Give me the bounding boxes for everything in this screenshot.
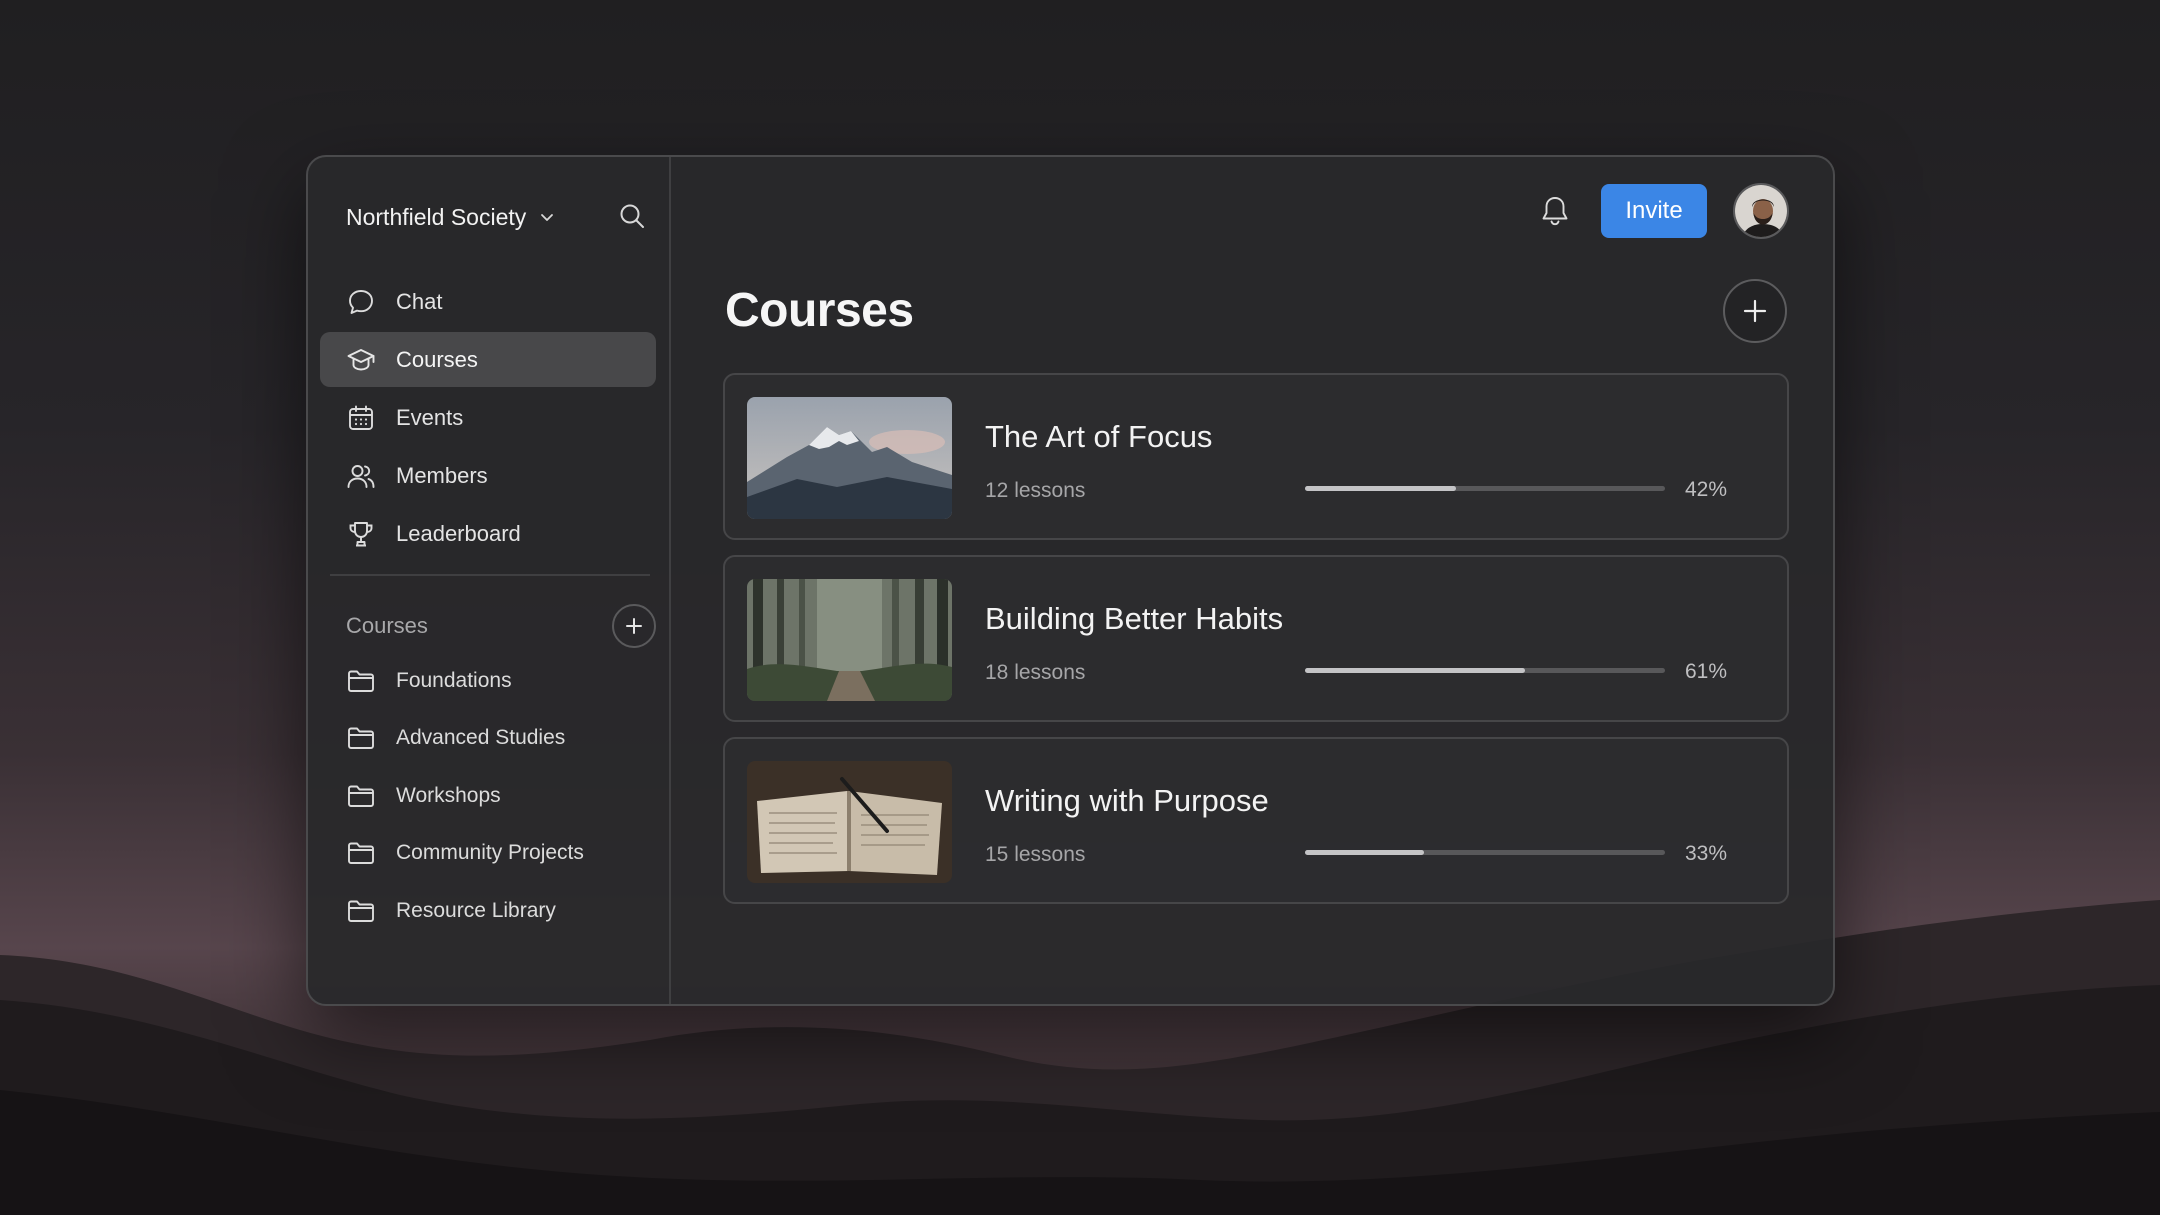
folder-icon bbox=[346, 723, 376, 753]
progress-percent: 42% bbox=[1685, 478, 1728, 501]
members-icon bbox=[346, 461, 376, 491]
sidebar-item-label: Members bbox=[396, 462, 488, 488]
sidebar-item-label: Chat bbox=[396, 288, 443, 314]
folder-label: Community Projects bbox=[396, 841, 584, 865]
course-folder-list: Foundations Advanced Studies Workshops C… bbox=[320, 652, 656, 940]
folder-item-resource-library[interactable]: Resource Library bbox=[320, 882, 656, 940]
bell-icon bbox=[1538, 194, 1572, 228]
folder-label: Foundations bbox=[396, 668, 512, 692]
section-title: Courses bbox=[346, 613, 428, 638]
course-thumbnail bbox=[747, 579, 952, 701]
add-course-button[interactable] bbox=[1723, 279, 1787, 343]
workspace-switcher[interactable]: Northfield Society bbox=[346, 197, 556, 237]
sidebar: Northfield Society Chat Courses Events M… bbox=[308, 157, 671, 1004]
course-lesson-count: 15 lessons bbox=[985, 843, 1086, 866]
folder-item-community-projects[interactable]: Community Projects bbox=[320, 825, 656, 883]
course-title: Building Better Habits bbox=[985, 601, 1284, 636]
sidebar-item-events[interactable]: Events bbox=[320, 390, 656, 445]
progress-percent: 33% bbox=[1685, 842, 1728, 865]
course-lesson-count: 12 lessons bbox=[985, 479, 1086, 502]
sidebar-item-label: Events bbox=[396, 404, 464, 430]
course-lesson-count: 18 lessons bbox=[985, 661, 1086, 684]
workspace-name: Northfield Society bbox=[346, 203, 527, 230]
folder-label: Workshops bbox=[396, 783, 501, 807]
graduation-cap-icon bbox=[346, 345, 376, 375]
folder-icon bbox=[346, 666, 376, 696]
sidebar-item-members[interactable]: Members bbox=[320, 448, 656, 503]
folder-icon bbox=[346, 838, 376, 868]
page-title: Courses bbox=[725, 284, 914, 337]
folder-label: Resource Library bbox=[396, 898, 556, 922]
top-bar: Invite bbox=[1535, 183, 1789, 239]
notifications-button[interactable] bbox=[1535, 191, 1575, 231]
trophy-icon bbox=[346, 519, 376, 549]
course-card[interactable]: Writing with Purpose 15 lessons 33% bbox=[723, 737, 1789, 904]
folder-item-advanced-studies[interactable]: Advanced Studies bbox=[320, 710, 656, 768]
course-thumbnail bbox=[747, 397, 952, 519]
avatar[interactable] bbox=[1733, 183, 1789, 239]
app-window: Northfield Society Chat Courses Events M… bbox=[306, 155, 1835, 1006]
course-list: The Art of Focus 12 lessons 42% Building… bbox=[723, 373, 1789, 919]
sidebar-item-leaderboard[interactable]: Leaderboard bbox=[320, 506, 656, 561]
course-title: The Art of Focus bbox=[985, 419, 1213, 454]
search-button[interactable] bbox=[610, 194, 654, 238]
progress-fill bbox=[1305, 486, 1457, 491]
plus-icon bbox=[1741, 297, 1769, 325]
sidebar-item-chat[interactable]: Chat bbox=[320, 274, 656, 329]
course-folders-header: Courses bbox=[346, 602, 656, 650]
progress-bar bbox=[1305, 850, 1665, 855]
chevron-down-icon bbox=[538, 208, 556, 226]
folder-item-workshops[interactable]: Workshops bbox=[320, 767, 656, 825]
sidebar-divider bbox=[330, 574, 650, 576]
invite-button[interactable]: Invite bbox=[1601, 184, 1707, 238]
sidebar-item-courses[interactable]: Courses bbox=[320, 332, 656, 387]
course-thumbnail bbox=[747, 761, 952, 883]
folder-item-foundations[interactable]: Foundations bbox=[320, 652, 656, 710]
course-card[interactable]: The Art of Focus 12 lessons 42% bbox=[723, 373, 1789, 540]
chat-bubble-icon bbox=[346, 287, 376, 317]
search-icon bbox=[618, 202, 646, 230]
progress-percent: 61% bbox=[1685, 660, 1728, 683]
course-card[interactable]: Building Better Habits 18 lessons 61% bbox=[723, 555, 1789, 722]
progress-bar bbox=[1305, 668, 1665, 673]
progress-fill bbox=[1305, 668, 1525, 673]
sidebar-item-label: Courses bbox=[396, 346, 478, 372]
folder-label: Advanced Studies bbox=[396, 726, 566, 750]
sidebar-item-label: Leaderboard bbox=[396, 520, 521, 546]
course-title: Writing with Purpose bbox=[985, 783, 1269, 818]
add-folder-button[interactable] bbox=[612, 604, 656, 648]
calendar-icon bbox=[346, 403, 376, 433]
plus-icon bbox=[624, 616, 644, 636]
progress-bar bbox=[1305, 486, 1665, 491]
progress-fill bbox=[1305, 850, 1424, 855]
main-content: Invite Courses The Art of Focus 12 lesso… bbox=[671, 157, 1833, 1004]
main-navigation: Chat Courses Events Members Leaderboard bbox=[320, 274, 656, 564]
folder-icon bbox=[346, 896, 376, 926]
folder-icon bbox=[346, 781, 376, 811]
